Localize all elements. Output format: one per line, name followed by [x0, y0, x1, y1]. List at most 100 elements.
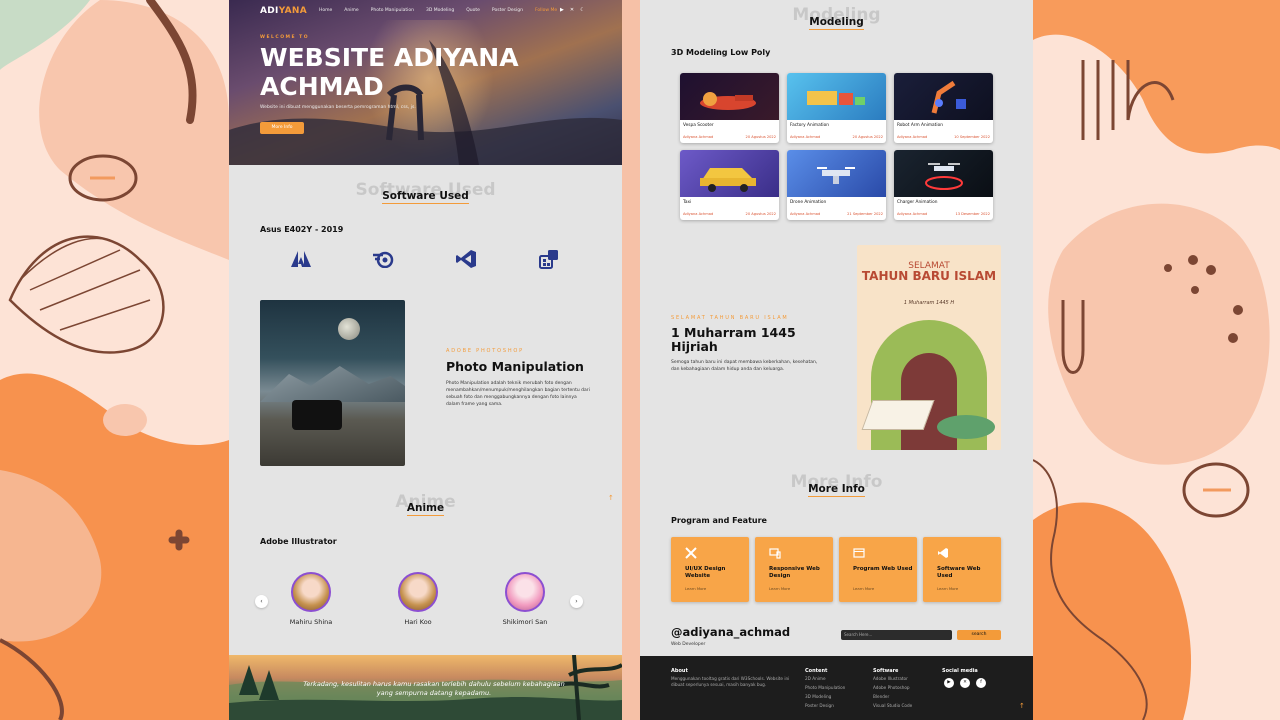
avatar-shikimori-san[interactable]: [505, 572, 545, 612]
more-info-section-title: More Info: [808, 483, 865, 497]
footer-social-title: Social media: [942, 668, 978, 674]
poster-book-graphic: [861, 400, 935, 430]
browser-window-icon: [853, 548, 865, 558]
more-info-subtitle: Program and Feature: [671, 516, 767, 525]
hero-description: Website ini dibuat menggunakan beserta p…: [260, 105, 416, 110]
nav-link-quote[interactable]: Quote: [466, 8, 480, 13]
modeling-card[interactable]: Taxi Adiyana Achmad 20 Agustus 2022: [680, 150, 779, 220]
scroll-top-arrow-icon[interactable]: ↑: [1019, 702, 1025, 710]
footer-software-link[interactable]: Blender: [873, 694, 889, 700]
photo-manipulation-text: Photo Manipulation adalah teknik merubah…: [446, 381, 590, 407]
profile-role: Web Developer: [671, 642, 706, 647]
feature-card-responsive[interactable]: Responsive Web Design Learn More: [755, 537, 833, 602]
design-tools-icon: [685, 547, 697, 559]
quote-text: Terkadang, kesulitan harus kamu rasakan …: [303, 680, 565, 697]
learn-more-link[interactable]: Learn More: [769, 586, 790, 591]
poster-line-2: TAHUN BARU ISLAM: [861, 269, 997, 283]
learn-more-link[interactable]: Learn More: [937, 586, 958, 591]
modeling-card[interactable]: Robot Arm Animation Adiyana Achmad 10 Se…: [894, 73, 993, 143]
x-twitter-icon[interactable]: ✕: [960, 678, 970, 688]
hero-title: WEBSITE ADIYANA ACHMAD: [260, 43, 519, 101]
islamic-new-year-poster: SELAMAT TAHUN BARU ISLAM 1 Muharram 1445…: [857, 245, 1001, 450]
theme-toggle-icon[interactable]: ☾: [580, 7, 584, 13]
search-button[interactable]: search: [957, 630, 1001, 640]
photo-manipulation-image: [260, 300, 405, 466]
decorative-left-panel: [0, 0, 229, 720]
modeling-section-title: Modeling: [809, 16, 864, 30]
poster-line-3: 1 Muharram 1445 H: [903, 300, 955, 306]
page-column-right: Modeling Modeling 3D Modeling Low Poly V…: [640, 0, 1033, 720]
photo-manipulation-title: Photo Manipulation: [446, 359, 584, 374]
adobe-icon: [289, 248, 313, 270]
youtube-icon[interactable]: ▶: [560, 7, 564, 13]
footer-software-link[interactable]: Visual Studio Code: [873, 703, 912, 709]
nav-link-photo-manipulation[interactable]: Photo Manipulation: [371, 8, 414, 13]
learn-more-link[interactable]: Learn More: [853, 586, 874, 591]
youtube-icon[interactable]: ▶: [944, 678, 954, 688]
footer-content-link[interactable]: Photo Manipulation: [805, 685, 845, 691]
nav-link-follow-me[interactable]: Follow Me: [535, 8, 557, 13]
nav-icons: ▶ ✕ ☾: [560, 7, 585, 13]
vscode-icon: [938, 548, 948, 558]
card-thumbnail: [894, 73, 993, 120]
modeling-card[interactable]: Vespa Scooter Adiyana Achmad 20 Agustus …: [680, 73, 779, 143]
footer-content-link[interactable]: Poster Design: [805, 703, 834, 709]
nav-link-3d-modeling[interactable]: 3D Modeling: [426, 8, 454, 13]
card-thumbnail: [680, 150, 779, 197]
facebook-icon[interactable]: f: [976, 678, 986, 688]
hero-section: ADIYANA Home Anime Photo Manipulation 3D…: [229, 0, 622, 165]
character-name: Mahiru Shina: [289, 618, 333, 626]
modeling-card[interactable]: Factory Animation Adiyana Achmad 20 Agus…: [787, 73, 886, 143]
avatar-mahiru-shina[interactable]: [291, 572, 331, 612]
character-name: Hari Koo: [404, 618, 432, 626]
moon-graphic: [338, 318, 360, 340]
avatar-hari-koo[interactable]: [398, 572, 438, 612]
modeling-card[interactable]: Drone Animation Adiyana Achmad 21 Septem…: [787, 150, 886, 220]
page-column-left: ADIYANA Home Anime Photo Manipulation 3D…: [229, 0, 622, 720]
vscode-icon: [454, 248, 478, 270]
scroll-top-arrow-icon[interactable]: ↑: [608, 494, 614, 502]
footer-content-link[interactable]: 2D Anime: [805, 676, 826, 682]
learn-more-link[interactable]: Learn More: [685, 586, 706, 591]
footer-content-title: Content: [805, 668, 828, 674]
footer-software-title: Software: [873, 668, 899, 674]
site-logo[interactable]: ADIYANA: [260, 6, 307, 16]
modeling-card[interactable]: Charger Animation Adiyana Achmad 13 Dese…: [894, 150, 993, 220]
carousel-prev-button[interactable]: ‹: [255, 595, 268, 608]
footer-content-link[interactable]: 3D Modeling: [805, 694, 831, 700]
profile-handle: @adiyana_achmad: [671, 625, 791, 639]
figma-icon: [537, 248, 561, 270]
footer-about-title: About: [671, 668, 688, 674]
nav-link-home[interactable]: Home: [319, 8, 332, 13]
footer-software-link[interactable]: Adobe Illustrator: [873, 676, 908, 682]
card-thumbnail: [894, 150, 993, 197]
islamic-new-year-title: 1 Muharram 1445 Hijriah: [671, 325, 796, 354]
character-name: Shikimori San: [502, 618, 548, 626]
feature-card-software[interactable]: Software Web Used Learn More: [923, 537, 1001, 602]
search-input[interactable]: Search Here...: [841, 630, 952, 640]
feature-card-program[interactable]: Program Web Used Learn More: [839, 537, 917, 602]
footer-software-link[interactable]: Adobe Photoshop: [873, 685, 910, 691]
modeling-subtitle: 3D Modeling Low Poly: [671, 48, 771, 57]
islamic-new-year-text: Semoga tahun baru ini dapat membawa kebe…: [671, 360, 818, 372]
x-twitter-icon[interactable]: ✕: [570, 7, 574, 13]
islamic-new-year-kicker: SELAMAT TAHUN BARU ISLAM: [671, 315, 789, 321]
nav-link-anime[interactable]: Anime: [344, 8, 358, 13]
mountain-graphic: [260, 366, 405, 402]
hero-more-info-button[interactable]: More Info: [260, 122, 304, 134]
card-thumbnail: [787, 73, 886, 120]
software-section-title: Software Used: [382, 190, 469, 204]
anime-section-title: Anime: [406, 502, 445, 516]
devices-icon: [769, 548, 781, 559]
decorative-middle-gap: [622, 0, 640, 720]
poster-cushion-graphic: [937, 415, 995, 439]
nav-links: Home Anime Photo Manipulation 3D Modelin…: [319, 8, 557, 13]
footer: About Menggunakan tooltag gratis dari W3…: [640, 656, 1033, 720]
software-icons: [260, 248, 590, 270]
device-label: Asus E402Y - 2019: [260, 225, 344, 234]
nav-link-poster-design[interactable]: Poster Design: [492, 8, 523, 13]
carousel-next-button[interactable]: ›: [570, 595, 583, 608]
footer-about-text: Menggunakan tooltag gratis dari W3School…: [671, 676, 790, 687]
feature-card-uiux[interactable]: UI/UX Design Website Learn More: [671, 537, 749, 602]
anime-subtitle: Adobe Illustrator: [260, 537, 337, 546]
